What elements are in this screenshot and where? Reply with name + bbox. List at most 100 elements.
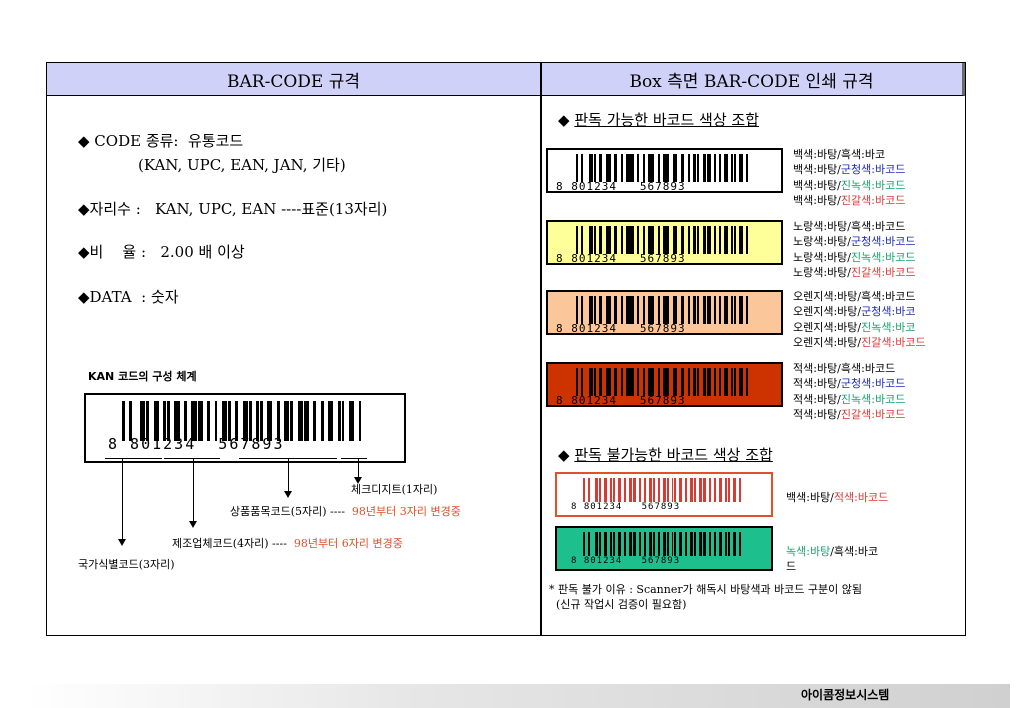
barcode-bar — [731, 296, 734, 324]
barcode-bar — [652, 154, 655, 182]
kan-barcode-digits: 8 801234 567893 — [108, 435, 285, 453]
product-arrow-head — [284, 491, 292, 498]
barcode-bar — [675, 226, 678, 254]
barcode-bar — [652, 296, 655, 324]
digit-count-line: ◆자리수 : KAN, UPC, EAN ----표준(13자리) — [78, 200, 388, 218]
barcode-bar — [662, 532, 666, 556]
maker-underline — [164, 458, 220, 459]
barcode-bar — [637, 226, 640, 254]
barcode-bar — [685, 532, 688, 556]
check-arrow — [358, 459, 359, 477]
barcode-bar — [605, 296, 608, 324]
barcode-bar — [739, 478, 741, 502]
barcode-bar — [702, 226, 707, 254]
barcode-bar — [687, 368, 690, 396]
barcode-bars — [583, 532, 748, 556]
combo-line: 적색:바탕/진갈색:바코드 — [793, 407, 906, 421]
country-underline — [105, 458, 162, 459]
barcode-bar — [662, 296, 667, 324]
barcode-bar — [734, 154, 737, 182]
barcode-bar — [692, 154, 697, 182]
barcode-bar — [358, 401, 362, 441]
barcode-bar — [647, 296, 652, 324]
barcode-bar — [617, 532, 621, 556]
combo-line: 백색:바탕/군청색:바코드 — [793, 163, 906, 177]
barcode-bars — [583, 478, 748, 502]
barcode-bar — [657, 226, 660, 254]
maker-arrow — [193, 459, 194, 522]
barcode-bar — [680, 296, 685, 324]
barcode-bar — [642, 368, 645, 396]
barcode-bar — [675, 154, 678, 182]
barcode-bar — [672, 296, 675, 324]
barcode-bar — [662, 368, 667, 396]
barcode-bar — [706, 154, 711, 182]
barcode-bar — [626, 368, 630, 396]
kan-structure-title: KAN 코드의 구성 체계 — [88, 370, 197, 383]
barcode-bar — [630, 296, 635, 324]
barcode-bar — [746, 154, 749, 182]
barcode-bar — [746, 226, 749, 254]
barcode-bar — [739, 154, 744, 182]
barcode-bar — [727, 532, 730, 556]
barcode-bar — [674, 532, 676, 556]
barcode-bar — [694, 478, 696, 502]
barcode-bars — [576, 154, 756, 182]
barcode-digits: 8 801234 567893 — [556, 322, 686, 335]
barcode-bar — [581, 368, 584, 396]
barcode-bar — [599, 532, 601, 556]
combo-line: 오렌지색:바탕/흑색:바코드 — [793, 290, 916, 303]
barcode-bar — [724, 154, 729, 182]
combo-line: 녹색:바탕/흑색:바코 — [786, 545, 879, 558]
barcode-bar — [731, 154, 734, 182]
barcode-bar — [598, 154, 603, 182]
check-digit-label: 체크디지트(1자리) — [351, 483, 438, 496]
barcode-bar — [692, 226, 697, 254]
combo-line: 적색:바탕/흑색:바코드 — [793, 362, 896, 375]
barcode-bar — [674, 478, 676, 502]
barcode-bar — [652, 532, 655, 556]
barcode-bar — [678, 478, 683, 502]
barcode-bar — [647, 226, 652, 254]
barcode-bar — [687, 296, 690, 324]
barcode-bar — [657, 154, 660, 182]
barcode-bar — [719, 226, 722, 254]
barcode-bar — [639, 478, 642, 502]
barcode-bar — [734, 296, 737, 324]
barcode-bar — [739, 532, 741, 556]
barcode-bar — [702, 368, 707, 396]
combo-line: 백색:바탕/적색:바코드 — [786, 491, 889, 504]
barcode-bar — [626, 154, 630, 182]
barcode-bar — [589, 296, 593, 324]
barcode-bar — [732, 532, 737, 556]
barcode-bar — [657, 478, 660, 502]
barcode-bar — [581, 226, 584, 254]
barcode-bar — [642, 296, 645, 324]
kan-barcode: 8 801234 567893 — [84, 393, 406, 463]
barcode-bar — [576, 296, 579, 324]
barcode-bar — [297, 401, 303, 441]
barcode-bar — [739, 296, 744, 324]
maker-arrow-head — [189, 521, 197, 528]
barcode-bar — [603, 478, 608, 502]
barcode-bar — [702, 296, 707, 324]
barcode-bar — [713, 226, 716, 254]
barcode-bar — [637, 368, 640, 396]
barcode-bar — [709, 532, 712, 556]
readable-barcode-sample: 8 801234 567893 — [546, 220, 783, 265]
barcode-bar — [613, 296, 618, 324]
check-underline — [341, 458, 367, 459]
combo-line: 오렌지색:바탕/진녹색:바코 — [793, 320, 916, 334]
barcode-bar — [739, 368, 744, 396]
combo-line: 오렌지색:바탕/진갈색:바코드 — [793, 335, 926, 349]
barcode-bar — [662, 226, 667, 254]
right-header: Box 측면 BAR-CODE 인쇄 규격 — [541, 63, 965, 96]
barcode-bar — [719, 368, 722, 396]
barcode-bar — [630, 368, 635, 396]
barcode-bar — [652, 478, 655, 502]
barcode-bar — [706, 296, 711, 324]
barcode-bar — [630, 226, 635, 254]
barcode-bar — [685, 478, 688, 502]
barcode-bar — [593, 296, 596, 324]
barcode-bar — [709, 478, 712, 502]
